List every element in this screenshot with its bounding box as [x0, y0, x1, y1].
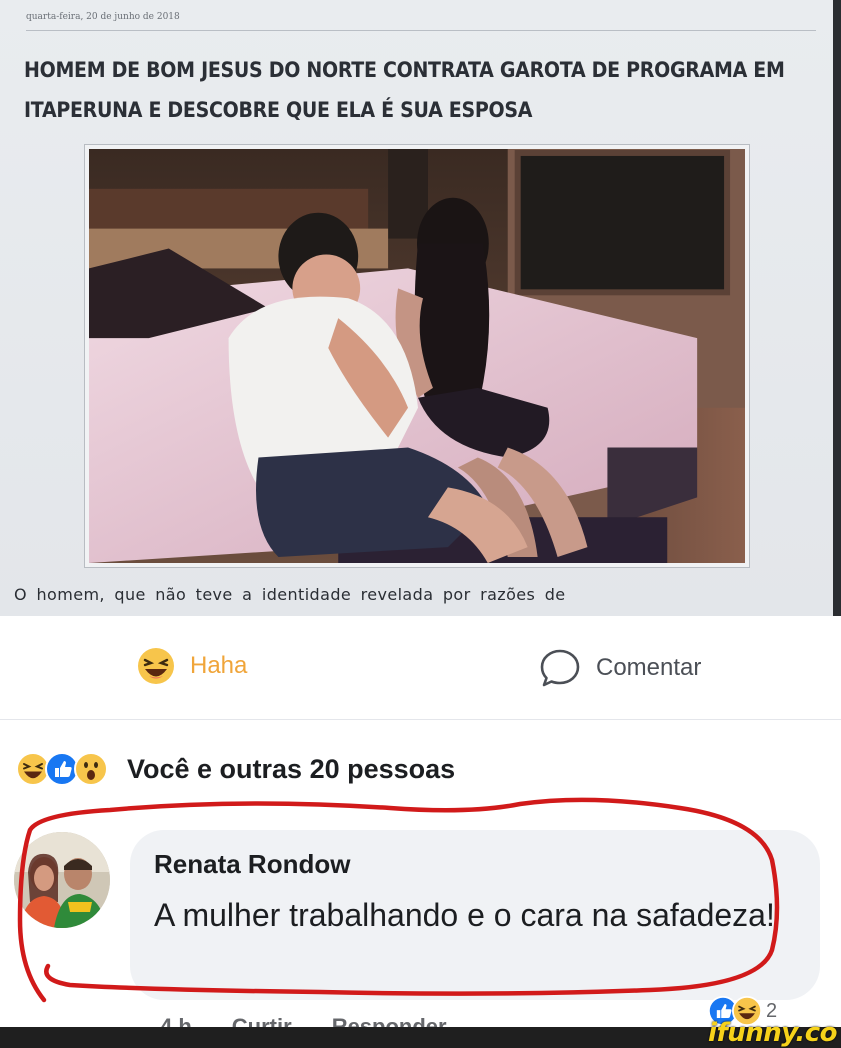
photo-bedroom-couple [89, 149, 745, 563]
article-photo [84, 144, 750, 568]
comment-text: A mulher trabalhando e o cara na safadez… [154, 897, 775, 933]
avatar-photo [14, 832, 110, 928]
article-caption: O homem, que não teve a identidade revel… [14, 585, 566, 604]
post-action-bar: Haha Comentar [0, 616, 841, 720]
comment-author-name[interactable]: Renata Rondow [154, 849, 350, 880]
article-headline: HOMEM DE BOM JESUS DO NORTE CONTRATA GAR… [24, 57, 785, 123]
ifunny-watermark: ifunny.co [708, 1018, 837, 1048]
article-date: quarta-feira, 20 de junho de 2018 [26, 12, 180, 22]
commenter-avatar[interactable] [14, 832, 110, 928]
comment-button[interactable]: Comentar [538, 646, 701, 690]
wow-icon [74, 752, 108, 786]
reactions-count-label: Você e outras 20 pessoas [127, 753, 456, 784]
comment-label: Comentar [596, 654, 702, 681]
article-divider [26, 30, 816, 31]
haha-icon [138, 648, 174, 684]
reaction-icons [16, 752, 108, 786]
comment-bubble-icon [540, 649, 580, 687]
haha-label: Haha [190, 652, 248, 679]
news-article-screenshot: quarta-feira, 20 de junho de 2018 HOMEM … [0, 0, 841, 616]
reactions-summary[interactable]: Você e outras 20 pessoas [16, 752, 455, 786]
haha-reaction-button[interactable]: Haha [136, 646, 247, 686]
